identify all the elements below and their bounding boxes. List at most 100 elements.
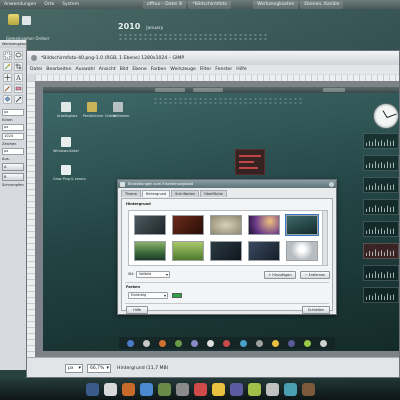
menu-windows[interactable]: Fenster bbox=[215, 67, 232, 72]
screenshot-image[interactable]: Arbeitsplatz Persönlicher Ordner Mülleim… bbox=[43, 87, 399, 351]
dock-settings-icon[interactable] bbox=[175, 382, 189, 396]
taskbar-item-layers[interactable]: Ebenen, Kanäle bbox=[300, 0, 344, 9]
color-swatch-button[interactable] bbox=[172, 293, 182, 298]
menu-applications[interactable]: Anwendungen bbox=[0, 2, 40, 7]
toolbox-field-4[interactable]: px bbox=[2, 148, 24, 155]
close-icon[interactable] bbox=[329, 181, 334, 187]
separator bbox=[125, 303, 329, 304]
lasso-tool-icon[interactable] bbox=[14, 51, 23, 60]
menu-file[interactable]: Datei bbox=[30, 67, 42, 72]
gimp-image-window: *Bildschirmfoto-40.png-1.0 (RGB, 1 Ebene… bbox=[26, 50, 400, 378]
dock-home-icon[interactable] bbox=[85, 382, 99, 396]
bucket-fill-tool-icon[interactable] bbox=[3, 95, 12, 104]
paintbrush-tool-icon[interactable] bbox=[3, 84, 12, 93]
wallpaper-thumbnail[interactable] bbox=[248, 215, 280, 235]
dock-app-icon[interactable] bbox=[211, 382, 225, 396]
appearance-dialog: Einstellungen zum Erscheinungsbild Thema… bbox=[117, 179, 337, 315]
graph-widgets bbox=[363, 133, 399, 323]
rect-select-tool-icon[interactable] bbox=[3, 51, 12, 60]
wallpaper-thumbnail[interactable] bbox=[134, 241, 166, 261]
menu-layer[interactable]: Ebene bbox=[132, 67, 146, 72]
window-menu-icon[interactable] bbox=[31, 55, 37, 61]
canvas-area[interactable]: Arbeitsplatz Persönlicher Ordner Mülleim… bbox=[35, 81, 399, 357]
tab-fonts[interactable]: Schriftarten bbox=[171, 190, 200, 197]
wallpaper-grid-scrollbar[interactable] bbox=[322, 210, 328, 266]
toolbox-field-3[interactable]: 1024 bbox=[2, 133, 24, 140]
menu-colors[interactable]: Farben bbox=[151, 67, 167, 72]
dock-app-icon bbox=[271, 339, 279, 347]
help-button[interactable]: Hilfe bbox=[126, 306, 148, 314]
clock-minute-hand bbox=[386, 113, 397, 118]
document-icon bbox=[61, 137, 71, 147]
color-picker-tool-icon[interactable] bbox=[14, 95, 23, 104]
menu-image[interactable]: Bild bbox=[120, 67, 129, 72]
desktop-folder-icon[interactable] bbox=[8, 14, 19, 25]
wallpaper-thumbnail[interactable] bbox=[134, 215, 166, 235]
document-icon bbox=[61, 165, 71, 175]
screenshot-desk-label: Mülleimer bbox=[113, 114, 130, 118]
text-tool-icon[interactable]: A bbox=[14, 73, 23, 82]
wallpaper-thumbnail[interactable] bbox=[172, 215, 204, 235]
dock-mail-icon[interactable] bbox=[139, 382, 153, 396]
taskbar-item-screenshot[interactable]: *Bildschirmfoto bbox=[188, 0, 232, 9]
dock-trash-icon[interactable] bbox=[301, 382, 315, 396]
graph-widget bbox=[363, 199, 399, 215]
menu-filters[interactable]: Filter bbox=[200, 67, 211, 72]
screenshot-desk-label: Glow-Plug & emacs bbox=[53, 177, 86, 181]
dock-app-icon bbox=[239, 339, 247, 347]
style-select[interactable]: Vollbild bbox=[136, 271, 170, 278]
menu-view[interactable]: Ansicht bbox=[99, 67, 116, 72]
trash-icon bbox=[113, 102, 123, 112]
wallpaper-thumbnail[interactable] bbox=[248, 241, 280, 261]
desktop-document-icon[interactable] bbox=[22, 16, 31, 25]
desktop-dock bbox=[0, 378, 400, 400]
dialog-close-button[interactable]: Schließen bbox=[302, 306, 330, 314]
menu-edit[interactable]: Bearbeiten bbox=[46, 67, 71, 72]
wallpaper-thumbnail-selected[interactable] bbox=[285, 214, 319, 236]
toolbox-button-1[interactable]: A bbox=[2, 163, 24, 171]
add-wallpaper-button[interactable]: + Hinzufügen bbox=[264, 271, 296, 279]
toolbox-field-1[interactable]: px bbox=[2, 109, 24, 116]
dock-app-icon bbox=[126, 339, 134, 347]
dialog-tabs: Thema Hintergrund Schriftarten Oberfläch… bbox=[118, 188, 336, 197]
eraser-tool-icon[interactable] bbox=[14, 84, 23, 93]
menu-help[interactable]: Hilfe bbox=[236, 67, 246, 72]
color-mode-select[interactable]: Einfarbig bbox=[128, 292, 168, 299]
dock-app-icon[interactable] bbox=[247, 382, 261, 396]
dock-app-icon[interactable] bbox=[265, 382, 279, 396]
section-colors-label: Farben bbox=[126, 285, 141, 289]
dialog-titlebar: Einstellungen zum Erscheinungsbild bbox=[118, 180, 336, 188]
zoom-select[interactable]: 66,7% bbox=[87, 364, 111, 373]
dock-firefox-icon[interactable] bbox=[121, 382, 135, 396]
menu-system[interactable]: System bbox=[58, 2, 83, 7]
menu-places[interactable]: Orte bbox=[40, 2, 58, 7]
dock-app-icon bbox=[223, 339, 231, 347]
dock-files-icon[interactable] bbox=[103, 382, 117, 396]
toolbox-field-2[interactable]: px bbox=[2, 124, 24, 131]
wallpaper-thumbnail[interactable] bbox=[210, 241, 242, 261]
taskbar-item-toolbox[interactable]: Werkzeugkasten bbox=[253, 0, 299, 9]
section-background-label: Hintergrund bbox=[126, 202, 151, 206]
ruler-vertical[interactable] bbox=[27, 81, 35, 357]
fuzzy-select-tool-icon[interactable] bbox=[3, 62, 12, 71]
unit-select[interactable]: px bbox=[65, 364, 83, 373]
dock-app-icon bbox=[320, 339, 328, 347]
desktop-calendar-widget: 2010 January bbox=[118, 22, 163, 31]
dock-app-icon[interactable] bbox=[157, 382, 171, 396]
wallpaper-thumbnail[interactable] bbox=[172, 241, 204, 261]
dock-app-icon[interactable] bbox=[193, 382, 207, 396]
tab-background[interactable]: Hintergrund bbox=[141, 190, 171, 197]
tab-theme[interactable]: Thema bbox=[121, 190, 141, 197]
tab-interface[interactable]: Oberfläche bbox=[200, 190, 227, 197]
menu-select[interactable]: Auswahl bbox=[76, 67, 95, 72]
taskbar-item-file-manager[interactable]: offtux – Datei lll bbox=[143, 0, 187, 9]
wallpaper-thumbnail[interactable] bbox=[286, 241, 318, 261]
wallpaper-thumbnail[interactable] bbox=[210, 215, 242, 235]
menu-tools[interactable]: Werkzeuge bbox=[170, 67, 196, 72]
dock-app-icon[interactable] bbox=[229, 382, 243, 396]
dock-app-icon[interactable] bbox=[283, 382, 297, 396]
move-tool-icon[interactable] bbox=[3, 73, 12, 82]
toolbox-button-2[interactable]: B bbox=[2, 173, 24, 181]
crop-tool-icon[interactable] bbox=[14, 62, 23, 71]
remove-wallpaper-button[interactable]: − Entfernen bbox=[300, 271, 330, 279]
